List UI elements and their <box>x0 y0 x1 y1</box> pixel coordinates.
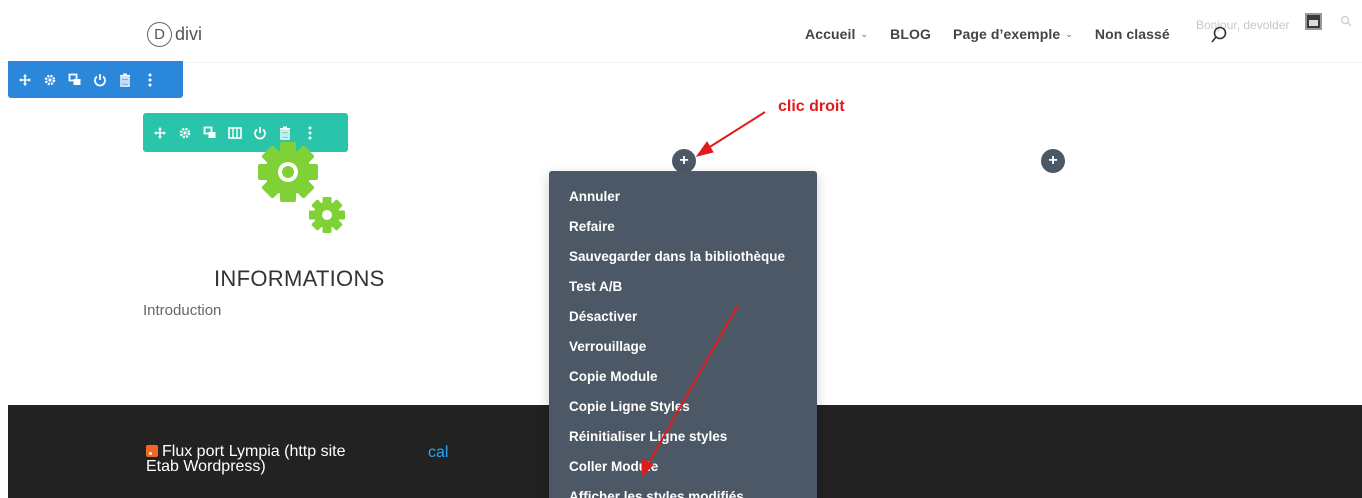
context-menu-item[interactable]: Refaire <box>549 211 817 241</box>
more-icon[interactable] <box>303 126 317 140</box>
nav-label: Accueil <box>805 26 856 42</box>
context-menu-item[interactable]: Copie Module <box>549 361 817 391</box>
section-toolbar <box>8 61 183 98</box>
context-menu-item[interactable]: Annuler <box>549 181 817 211</box>
logo-mark: D <box>147 22 172 47</box>
site-logo[interactable]: D divi <box>147 22 202 47</box>
context-menu-item[interactable]: Verrouillage <box>549 331 817 361</box>
chevron-down-icon: ⌄ <box>1065 28 1073 39</box>
power-icon[interactable] <box>93 73 107 87</box>
duplicate-icon[interactable] <box>203 126 217 140</box>
main-nav: Accueil ⌄ BLOG Page d’exemple ⌄ Non clas… <box>805 26 1192 42</box>
nav-item-blog[interactable]: BLOG <box>890 26 931 42</box>
context-menu-item[interactable]: Copie Ligne Styles <box>549 391 817 421</box>
gears-icon <box>252 142 356 247</box>
footer-feed-link[interactable]: Flux port Lympia (http site Etab Wordpre… <box>146 443 376 475</box>
context-menu: Annuler Refaire Sauvegarder dans la biblio… <box>549 171 817 498</box>
add-module-button[interactable]: + <box>1041 149 1065 173</box>
settings-icon[interactable] <box>178 126 192 140</box>
module-title: INFORMATIONS <box>214 266 385 291</box>
nav-label: BLOG <box>890 26 931 42</box>
footer-feed-text: Flux port Lympia (http site Etab Wordpre… <box>146 443 346 475</box>
admin-search-icon[interactable] <box>1340 14 1352 32</box>
move-icon[interactable] <box>18 73 32 87</box>
more-icon[interactable] <box>143 73 157 87</box>
nav-label: Non classé <box>1094 26 1170 42</box>
duplicate-icon[interactable] <box>68 73 82 87</box>
annotation-label: clic droit <box>778 98 845 115</box>
nav-label: Page d’exemple <box>953 26 1061 42</box>
avatar[interactable] <box>1305 13 1322 30</box>
rss-icon <box>146 445 158 457</box>
context-menu-item[interactable]: Coller Module <box>549 451 817 481</box>
trash-icon[interactable] <box>278 126 292 140</box>
context-menu-item[interactable]: Sauvegarder dans la bibliothèque <box>549 241 817 271</box>
logo-text: divi <box>175 24 203 44</box>
module-intro: Introduction <box>143 302 222 319</box>
nav-item-accueil[interactable]: Accueil ⌄ <box>805 26 868 42</box>
settings-icon[interactable] <box>43 73 57 87</box>
nav-item-non-classe[interactable]: Non classé <box>1095 26 1170 42</box>
context-menu-item[interactable]: Réinitialiser Ligne styles <box>549 421 817 451</box>
context-menu-item[interactable]: Afficher les styles modifiés <box>549 481 817 498</box>
context-menu-item[interactable]: Test A/B <box>549 271 817 301</box>
chevron-down-icon: ⌄ <box>860 28 869 39</box>
footer-cal-link[interactable]: cal <box>428 444 448 462</box>
power-icon[interactable] <box>253 126 267 140</box>
context-menu-item[interactable]: Désactiver <box>549 301 817 331</box>
columns-icon[interactable] <box>228 126 242 140</box>
site-header: D divi Accueil ⌄ BLOG Page d’exemple ⌄ N… <box>0 0 1362 62</box>
move-icon[interactable] <box>153 126 167 140</box>
trash-icon[interactable] <box>118 73 132 87</box>
search-icon[interactable] <box>1210 26 1228 49</box>
add-module-button[interactable]: + <box>672 149 696 173</box>
nav-item-page-exemple[interactable]: Page d’exemple ⌄ <box>953 26 1073 42</box>
